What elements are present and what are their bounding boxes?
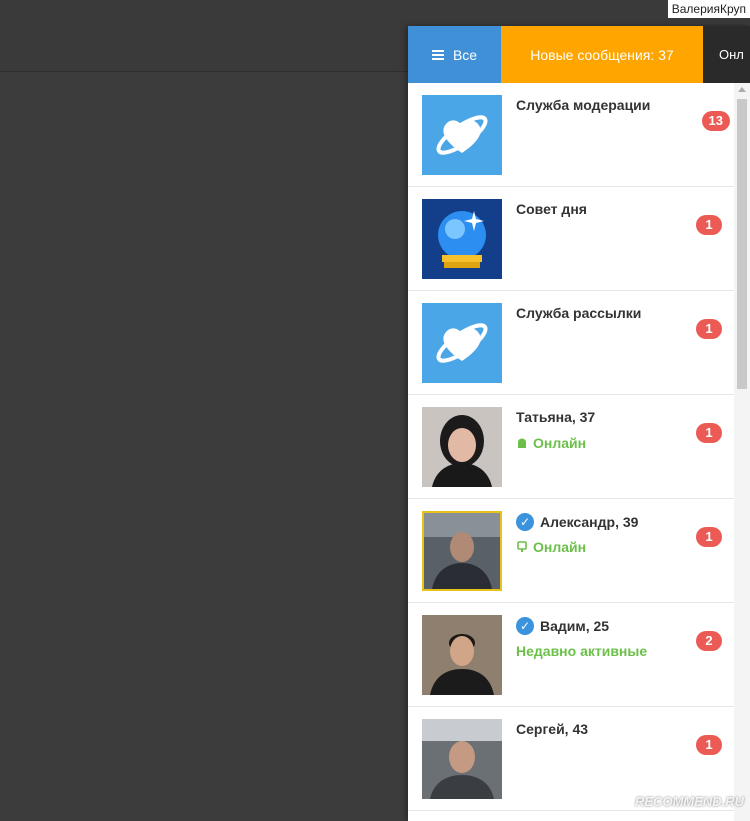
avatar [422,303,502,383]
unread-badge: 1 [696,735,722,755]
contact-name: Татьяна, 37 [516,409,596,425]
conversation-item[interactable]: Служба модерации 13 [408,83,734,187]
android-icon [518,438,526,448]
conversation-item[interactable]: Татьяна, 37 Онлайн 1 [408,395,734,499]
avatar [422,199,502,279]
online-status: Онлайн [516,539,586,555]
status-label: Онлайн [533,435,587,451]
messages-panel: Все Новые сообщения: 37 Онл Служба модер… [408,26,750,821]
photo-man-car2-icon [422,719,502,799]
heart-planet-logo-icon [422,95,502,175]
avatar [422,407,502,487]
contact-name: Александр, 39 [540,514,639,530]
watermark: RECOMMEND.RU [615,791,744,811]
verified-icon: ✓ [516,617,534,635]
online-status: Недавно активные [516,643,647,659]
avatar [422,615,502,695]
crystal-ball-icon [422,199,502,279]
tab-all[interactable]: Все [408,26,501,83]
unread-badge: 13 [701,111,730,131]
tab-online[interactable]: Онл [703,26,750,83]
conversation-item[interactable]: ✓ Вадим, 25 Недавно активные 2 [408,603,734,707]
conversation-list: Служба модерации 13 Совет дня 1 Служба р… [408,83,734,821]
tab-all-label: Все [452,46,478,63]
contact-name: Вадим, 25 [540,618,610,634]
photo-woman-icon [422,407,502,487]
conversation-item[interactable]: ✓ Александр, 39 Онлайн 1 [408,499,734,603]
avatar [422,95,502,175]
avatar [422,719,502,799]
verified-icon: ✓ [516,513,534,531]
conversation-item[interactable]: Служба рассылки 1 [408,291,734,395]
scrollbar[interactable] [734,83,750,821]
mobile-icon [517,541,527,552]
tab-online-label: Онл [719,47,744,62]
unread-badge: 2 [696,631,722,651]
photo-man-car-icon [424,513,500,589]
contact-name: Совет дня [516,201,587,217]
contact-name: Служба модерации [516,97,651,113]
status-label: Недавно активные [516,643,648,659]
watermark-text: RECOMMEND.RU [635,793,745,809]
tab-new-messages[interactable]: Новые сообщения: 37 [501,26,703,83]
unread-badge: 1 [696,527,722,547]
scroll-thumb[interactable] [737,99,747,389]
avatar [422,511,502,591]
status-label: Онлайн [533,539,587,555]
heart-planet-logo-icon [422,303,502,383]
unread-badge: 1 [696,423,722,443]
username-hint: ВалерияКруп [667,0,750,18]
scroll-up-arrow-icon[interactable] [738,87,746,92]
contact-name: Сергей, 43 [516,721,589,737]
conversation-item[interactable]: Совет дня 1 [408,187,734,291]
unread-badge: 1 [696,319,722,339]
tab-new-messages-label: Новые сообщения: 37 [530,46,674,63]
messages-tabs: Все Новые сообщения: 37 Онл [408,26,750,83]
photo-man-young-icon [422,615,502,695]
recommend-logo-icon [615,793,631,809]
menu-icon [431,48,444,62]
unread-badge: 1 [696,215,722,235]
online-status: Онлайн [516,435,586,451]
contact-name: Служба рассылки [516,305,642,321]
